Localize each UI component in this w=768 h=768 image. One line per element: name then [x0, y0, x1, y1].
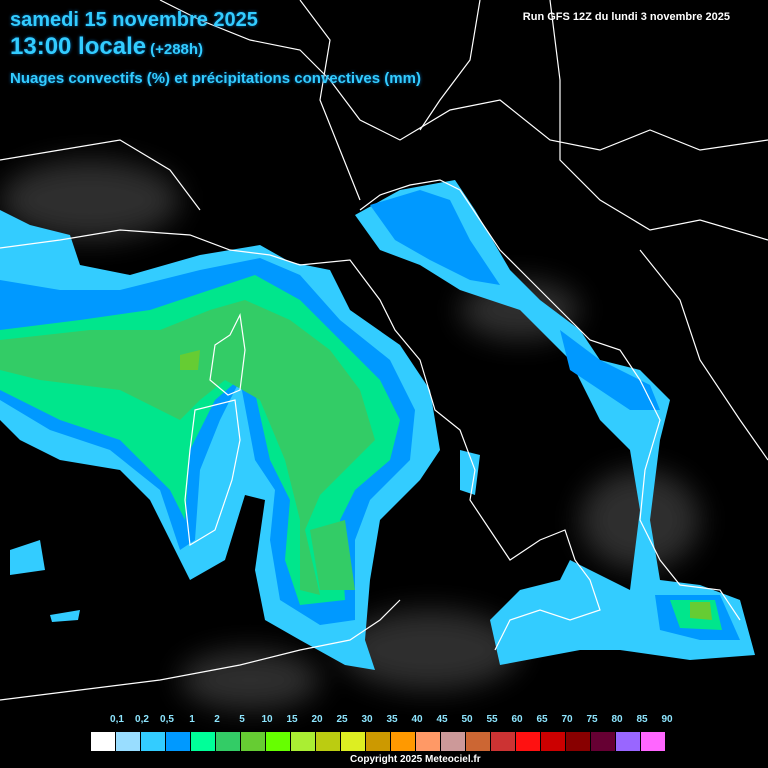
- legend-label: 1: [189, 714, 195, 725]
- lead-time: (+288h): [150, 41, 204, 58]
- legend-swatch: [391, 732, 416, 751]
- legend-swatch: [416, 732, 441, 751]
- legend-swatch: [266, 732, 291, 751]
- legend-swatch: [166, 732, 191, 751]
- legend-label: 90: [661, 714, 673, 725]
- legend-swatch: [616, 732, 641, 751]
- forecast-time: 13:00 locale (+288h): [10, 33, 203, 61]
- legend-swatch: [141, 732, 166, 751]
- legend-label: 65: [536, 714, 548, 725]
- legend-swatch: [316, 732, 341, 751]
- legend-label: 15: [286, 714, 298, 725]
- legend-label: 80: [611, 714, 623, 725]
- legend-swatch: [441, 732, 466, 751]
- legend-swatch: [366, 732, 391, 751]
- legend-swatch: [541, 732, 566, 751]
- legend-label: 20: [311, 714, 323, 725]
- model-run-info: Run GFS 12Z du lundi 3 novembre 2025: [522, 11, 730, 23]
- legend-swatch: [116, 732, 141, 751]
- local-time: 13:00 locale: [10, 33, 147, 60]
- legend-swatch: [241, 732, 266, 751]
- legend-label: 2: [214, 714, 220, 725]
- legend-label: 50: [461, 714, 473, 725]
- legend-label: 25: [336, 714, 348, 725]
- legend-swatch: [591, 732, 616, 751]
- legend-label: 55: [486, 714, 498, 725]
- legend-swatch: [641, 732, 666, 751]
- legend-label: 45: [436, 714, 448, 725]
- legend-swatch: [491, 732, 516, 751]
- legend-swatch: [466, 732, 491, 751]
- parameter-title: Nuages convectifs (%) et précipitations …: [10, 70, 421, 87]
- copyright: Copyright 2025 Meteociel.fr: [350, 754, 481, 765]
- legend-label: 35: [386, 714, 398, 725]
- legend-label: 0,1: [110, 714, 124, 725]
- legend-swatch: [341, 732, 366, 751]
- legend-label: 0,2: [135, 714, 149, 725]
- legend-label: 10: [261, 714, 273, 725]
- legend-label: 60: [511, 714, 523, 725]
- legend-swatch: [191, 732, 216, 751]
- legend-swatch: [516, 732, 541, 751]
- legend-label: 30: [361, 714, 373, 725]
- legend-swatch: [216, 732, 241, 751]
- legend-label: 0,5: [160, 714, 174, 725]
- forecast-date: samedi 15 novembre 2025: [10, 9, 258, 31]
- legend-label: 70: [561, 714, 573, 725]
- legend-labels: 0,1 0,2 0,5 1 2 5 10 15 20 25 30 35 40 45 50 55 60 65 70 75…: [0, 714, 768, 728]
- legend-label: 85: [636, 714, 648, 725]
- legend-swatch: [91, 732, 116, 751]
- weather-map: samedi 15 novembre 2025 13:00 locale (+28…: [0, 0, 768, 768]
- legend-swatch: [291, 732, 316, 751]
- map-canvas: [0, 0, 768, 710]
- legend-label: 75: [586, 714, 598, 725]
- legend-swatch: [566, 732, 591, 751]
- legend-label: 5: [239, 714, 245, 725]
- color-legend: [90, 731, 667, 752]
- legend-label: 40: [411, 714, 423, 725]
